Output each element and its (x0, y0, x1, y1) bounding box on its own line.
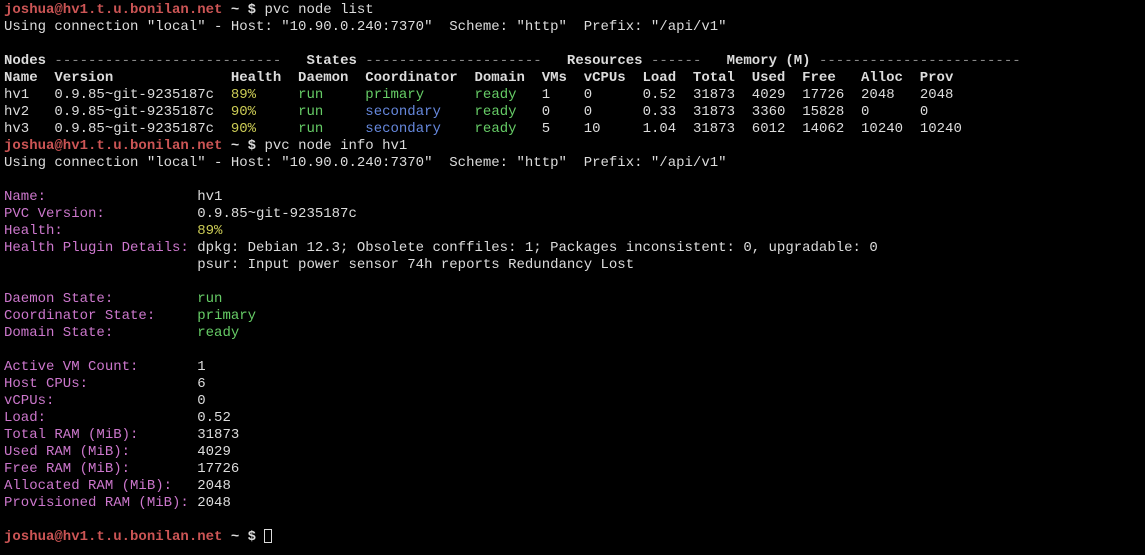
prompt-line[interactable]: joshua@hv1.t.u.bonilan.net ~ $ (4, 529, 1141, 546)
info-line: Provisioned RAM (MiB): 2048 (4, 495, 1141, 512)
info-line: Domain State: ready (4, 325, 1141, 342)
info-line: Daemon State: run (4, 291, 1141, 308)
info-line: Host CPUs: 6 (4, 376, 1141, 393)
info-line: Total RAM (MiB): 31873 (4, 427, 1141, 444)
section-header: Nodes --------------------------- States… (4, 53, 1141, 70)
column-headers: Name Version Health Daemon Coordinator D… (4, 70, 1141, 87)
info-line: Load: 0.52 (4, 410, 1141, 427)
prompt-line[interactable]: joshua@hv1.t.u.bonilan.net ~ $ pvc node … (4, 138, 1141, 155)
info-line: PVC Version: 0.9.85~git-9235187c (4, 206, 1141, 223)
info-line: Health: 89% (4, 223, 1141, 240)
prompt-line[interactable]: joshua@hv1.t.u.bonilan.net ~ $ pvc node … (4, 2, 1141, 19)
info-line: Active VM Count: 1 (4, 359, 1141, 376)
table-row: hv2 0.9.85~git-9235187c 90% run secondar… (4, 104, 1141, 121)
info-line: Health Plugin Details: dpkg: Debian 12.3… (4, 240, 1141, 257)
info-line: Free RAM (MiB): 17726 (4, 461, 1141, 478)
info-line: Name: hv1 (4, 189, 1141, 206)
info-line: Allocated RAM (MiB): 2048 (4, 478, 1141, 495)
info-line: vCPUs: 0 (4, 393, 1141, 410)
cursor-icon (264, 529, 272, 543)
info-line: Used RAM (MiB): 4029 (4, 444, 1141, 461)
info-line: Coordinator State: primary (4, 308, 1141, 325)
connection-info: Using connection "local" - Host: "10.90.… (4, 19, 1141, 36)
info-line: psur: Input power sensor 74h reports Red… (4, 257, 1141, 274)
table-row: hv3 0.9.85~git-9235187c 90% run secondar… (4, 121, 1141, 138)
table-row: hv1 0.9.85~git-9235187c 89% run primary … (4, 87, 1141, 104)
connection-info: Using connection "local" - Host: "10.90.… (4, 155, 1141, 172)
